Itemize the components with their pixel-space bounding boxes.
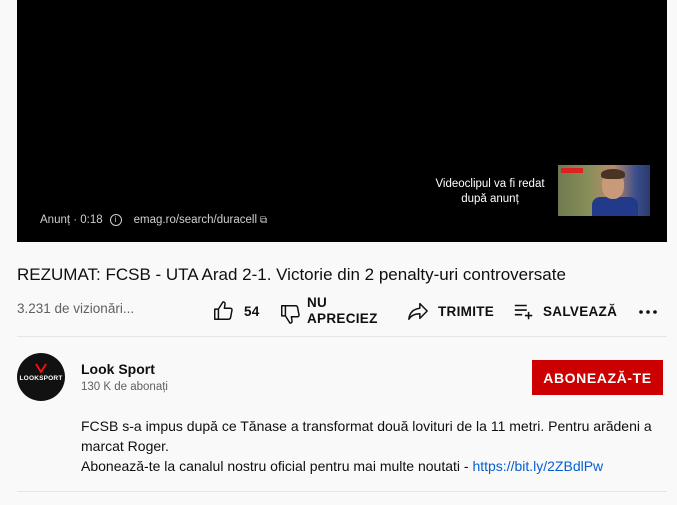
view-count[interactable]: 3.231 de vizionări... [17, 301, 134, 316]
thumbnail-hair [601, 169, 625, 179]
share-icon [408, 302, 428, 320]
score-overlay [561, 168, 583, 173]
brand-logo-icon [35, 363, 47, 373]
next-video-thumbnail[interactable] [558, 165, 650, 216]
description-line1: FCSB s-a impus după ce Tănase a transfor… [81, 418, 652, 454]
thumbs-down-icon [281, 305, 300, 324]
dislike-label-line2: APRECIEZ [307, 311, 378, 326]
channel-name[interactable]: Look Sport [81, 361, 155, 377]
save-button[interactable]: SALVEAZĂ [513, 300, 617, 322]
info-icon[interactable]: i [109, 214, 122, 226]
dislike-button[interactable]: NU APRECIEZ [279, 295, 377, 327]
video-title: REZUMAT: FCSB - UTA Arad 2-1. Victorie d… [17, 265, 566, 284]
divider-top [17, 336, 667, 337]
playlist-add-icon [514, 304, 533, 320]
share-label: TRIMITE [438, 303, 495, 319]
description-link[interactable]: https://bit.ly/2ZBdlPw [472, 458, 603, 474]
description-line2-text: Abonează-te la canalul nostru oficial pe… [81, 458, 473, 474]
ad-label: Anunț · 0:18 [40, 214, 103, 226]
like-count: 54 [244, 303, 260, 319]
thumbnail-shirt [592, 197, 638, 216]
subscriber-count: 130 K de abonați [81, 381, 168, 393]
dislike-label-line1: NU [307, 295, 328, 310]
next-video-text: Videoclipul va fi redat după anunț [435, 178, 545, 205]
like-button[interactable]: 54 [212, 300, 260, 322]
video-description: FCSB s-a impus după ce Tănase a transfor… [81, 416, 666, 476]
ad-info: Anunț · 0:18 i emag.ro/search/duracell ⧉ [40, 214, 267, 226]
thumbs-up-icon [214, 301, 233, 320]
more-horizontal-icon [639, 310, 657, 314]
external-link-icon: ⧉ [260, 214, 268, 226]
share-button[interactable]: TRIMITE [406, 300, 494, 322]
more-actions-button[interactable] [638, 304, 658, 320]
description-line2: Abonează-te la canalul nostru oficial pe… [81, 456, 666, 476]
avatar-logo-text: LOOKSPORT [19, 375, 63, 382]
divider-bottom [17, 491, 667, 492]
subscribe-button[interactable]: ABONEAZĂ-TE [532, 360, 663, 395]
channel-avatar[interactable]: LOOKSPORT [17, 353, 65, 401]
ad-url-link[interactable]: emag.ro/search/duracell [134, 214, 257, 226]
dislike-label: NU APRECIEZ [307, 295, 377, 327]
save-label: SALVEAZĂ [543, 303, 618, 319]
